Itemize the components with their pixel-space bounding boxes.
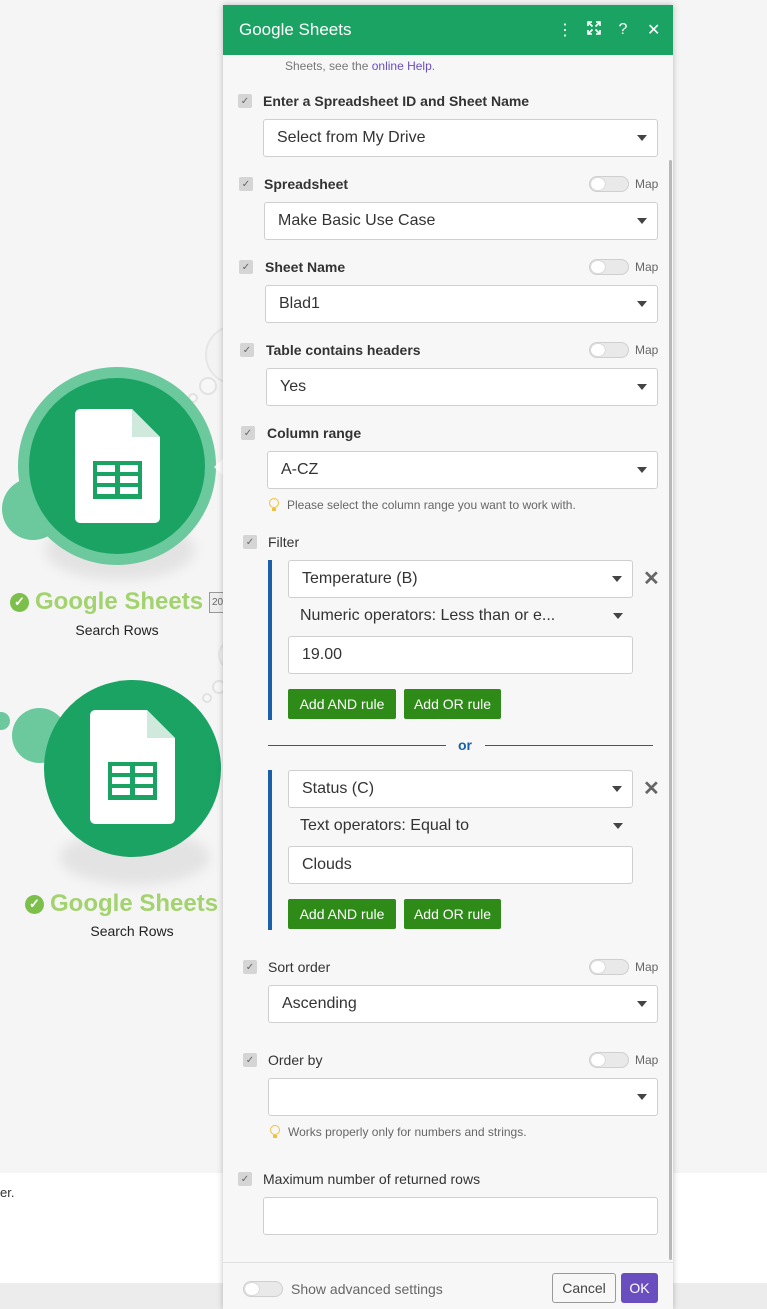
filter-value-input[interactable]: 19.00	[288, 636, 633, 674]
chevron-down-icon	[612, 576, 622, 582]
module-subtitle: Search Rows	[75, 622, 159, 638]
panel-header: Google Sheets ⋮ ? ✕	[223, 5, 673, 55]
panel-footer: Show advanced settings Cancel OK	[223, 1262, 673, 1309]
chevron-down-icon	[613, 823, 623, 829]
online-help-link[interactable]: online Help	[372, 59, 432, 73]
map-toggle[interactable]: Map	[589, 342, 658, 358]
collapse-checkbox[interactable]: ✓	[238, 1172, 252, 1186]
add-or-rule-button[interactable]: Add OR rule	[404, 899, 501, 929]
sheet-name-select[interactable]: Blad1	[265, 285, 658, 323]
connector-bubble	[0, 712, 10, 730]
filter-column-select[interactable]: Temperature (B)	[288, 560, 633, 598]
chevron-down-icon	[637, 218, 647, 224]
spreadsheet-select[interactable]: Make Basic Use Case	[264, 202, 658, 240]
expand-icon[interactable]	[587, 20, 601, 40]
module-settings-panel: Google Sheets ⋮ ? ✕ Sheets, see the onli…	[223, 5, 673, 1309]
filter-column-select[interactable]: Status (C)	[288, 770, 633, 808]
or-divider-line	[485, 745, 653, 746]
add-or-rule-button[interactable]: Add OR rule	[404, 689, 501, 719]
module-handle[interactable]	[214, 459, 223, 475]
add-and-rule-button[interactable]: Add AND rule	[288, 689, 396, 719]
collapse-checkbox[interactable]: ✓	[243, 960, 257, 974]
lightbulb-icon	[270, 1125, 280, 1139]
advanced-settings-label: Show advanced settings	[291, 1281, 443, 1297]
order-by-select[interactable]	[268, 1078, 658, 1116]
field-label-order-by: Order by	[268, 1052, 323, 1068]
max-rows-input[interactable]	[263, 1197, 658, 1235]
collapse-checkbox[interactable]: ✓	[241, 426, 255, 440]
field-label-sheet-name: Sheet Name	[265, 259, 346, 275]
chevron-down-icon	[637, 384, 647, 390]
or-divider-label: or	[458, 737, 472, 753]
field-label-max-rows: Maximum number of returned rows	[263, 1171, 481, 1187]
help-icon[interactable]: ?	[617, 21, 629, 39]
filter-group-bar	[268, 770, 272, 930]
headers-select[interactable]: Yes	[266, 368, 658, 406]
order-by-hint: Works properly only for numbers and stri…	[270, 1125, 527, 1139]
panel-title: Google Sheets	[239, 20, 352, 39]
remove-rule-icon[interactable]: ✕	[643, 569, 660, 589]
ok-button[interactable]: OK	[621, 1273, 658, 1303]
chevron-down-icon	[637, 135, 647, 141]
connector-bubble	[199, 377, 217, 395]
spreadsheet-id-select[interactable]: Select from My Drive	[263, 119, 658, 157]
filter-operator-select[interactable]: Text operators: Equal to	[288, 808, 633, 844]
field-label-spreadsheet: Spreadsheet	[264, 176, 349, 192]
collapse-checkbox[interactable]: ✓	[239, 177, 253, 191]
map-toggle[interactable]: Map	[589, 959, 658, 975]
connector-bubble	[202, 693, 212, 703]
collapse-checkbox[interactable]: ✓	[240, 343, 254, 357]
or-divider-line	[268, 745, 446, 746]
remove-rule-icon[interactable]: ✕	[643, 779, 660, 799]
chevron-down-icon	[612, 786, 622, 792]
sheets-doc-icon	[75, 409, 160, 523]
add-and-rule-button[interactable]: Add AND rule	[288, 899, 396, 929]
collapse-checkbox[interactable]: ✓	[243, 1053, 257, 1067]
field-label-spreadsheet-id: Enter a Spreadsheet ID and Sheet Name	[263, 93, 530, 109]
collapse-checkbox[interactable]: ✓	[243, 535, 257, 549]
column-range-hint: Please select the column range you want …	[269, 498, 576, 512]
more-icon[interactable]: ⋮	[557, 20, 573, 40]
collapse-checkbox[interactable]: ✓	[238, 94, 252, 108]
chevron-down-icon	[613, 613, 623, 619]
chevron-down-icon	[637, 1094, 647, 1100]
module-subtitle: Search Rows	[90, 923, 174, 939]
field-label-sort-order: Sort order	[268, 959, 331, 975]
map-toggle[interactable]: Map	[589, 259, 658, 275]
field-label-headers: Table contains headers	[266, 342, 421, 358]
sort-order-select[interactable]: Ascending	[268, 985, 658, 1023]
chevron-down-icon	[637, 301, 647, 307]
chevron-down-icon	[637, 467, 647, 473]
chevron-down-icon	[637, 1001, 647, 1007]
filter-value-input[interactable]: Clouds	[288, 846, 633, 884]
field-label-column-range: Column range	[267, 425, 362, 441]
module-title: ✓ Google Sheets	[25, 890, 218, 918]
column-range-select[interactable]: A-CZ	[267, 451, 658, 489]
panel-scrollbar[interactable]	[669, 160, 672, 1260]
filter-operator-select[interactable]: Numeric operators: Less than or e...	[288, 598, 633, 634]
collapse-checkbox[interactable]: ✓	[239, 260, 253, 274]
help-text: Sheets, see the online Help.	[285, 59, 436, 73]
cancel-button[interactable]: Cancel	[552, 1273, 616, 1303]
map-toggle[interactable]: Map	[589, 176, 658, 192]
filter-group-bar	[268, 560, 272, 720]
map-toggle[interactable]: Map	[589, 1052, 658, 1068]
success-check-icon: ✓	[25, 894, 44, 914]
success-check-icon: ✓	[10, 592, 29, 612]
sheets-doc-icon	[90, 710, 175, 824]
field-label-filter: Filter	[268, 534, 300, 550]
log-text: er.	[0, 1185, 15, 1200]
lightbulb-icon	[269, 498, 279, 512]
advanced-settings-toggle[interactable]	[243, 1281, 283, 1297]
module-title: ✓ Google Sheets	[10, 588, 203, 616]
close-icon[interactable]: ✕	[647, 20, 660, 40]
